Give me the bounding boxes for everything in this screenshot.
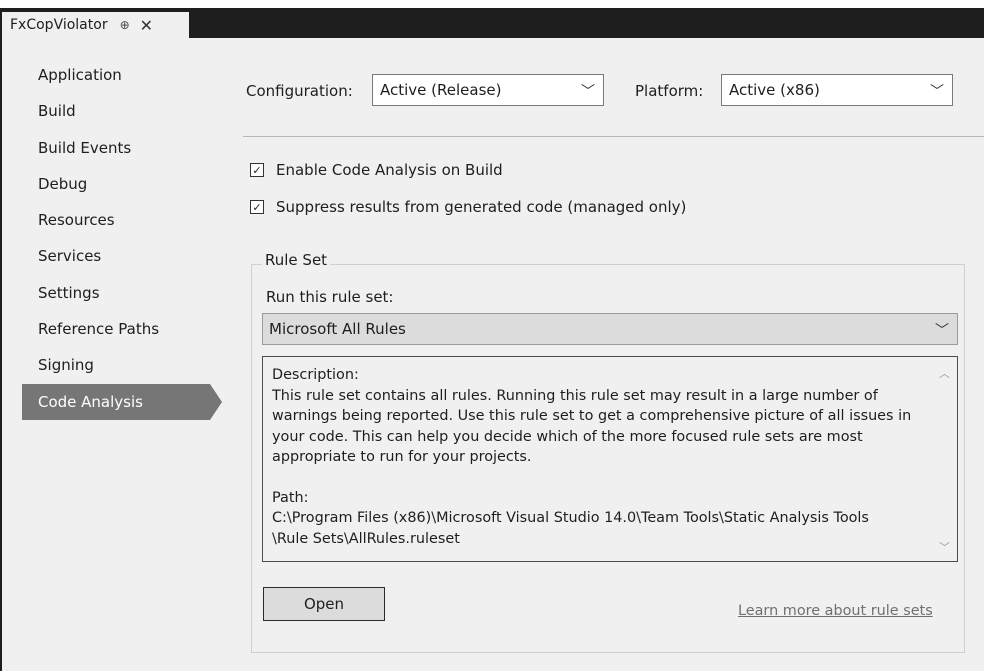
enable-code-analysis-label: Enable Code Analysis on Build <box>276 161 503 179</box>
rule-set-description-box[interactable]: Description: This rule set contains all … <box>262 356 958 562</box>
description-heading: Description: <box>272 367 359 383</box>
path-heading: Path: <box>272 489 309 506</box>
rule-set-dropdown[interactable]: Microsoft All Rules ﹀ <box>262 313 958 345</box>
path-line-2: \Rule Sets\AllRules.ruleset <box>272 530 460 547</box>
suppress-generated-label: Suppress results from generated code (ma… <box>276 198 687 216</box>
rule-set-value: Microsoft All Rules <box>269 320 406 338</box>
sidebar-item-label: Code Analysis <box>38 393 143 411</box>
sidebar-item-code-analysis[interactable]: Code Analysis <box>22 384 210 420</box>
sidebar-item-debug[interactable]: Debug <box>38 175 87 193</box>
description-text: Description: This rule set contains all … <box>272 365 937 549</box>
pin-icon[interactable]: ⊕ <box>120 18 130 32</box>
platform-label: Platform: <box>635 82 704 100</box>
divider <box>243 136 984 137</box>
project-properties-window: FxCopViolator ⊕ ✕ Application Build Buil… <box>0 0 984 671</box>
configuration-label: Configuration: <box>246 82 353 100</box>
suppress-generated-checkbox[interactable]: ✓ <box>250 200 264 214</box>
platform-value: Active (x86) <box>729 81 820 99</box>
chevron-down-icon: ﹀ <box>935 323 949 339</box>
sidebar-item-application[interactable]: Application <box>38 66 122 84</box>
document-tab[interactable]: FxCopViolator ⊕ ✕ <box>2 12 189 38</box>
configuration-value: Active (Release) <box>380 81 502 99</box>
path-line-1: C:\Program Files (x86)\Microsoft Visual … <box>272 510 869 526</box>
enable-code-analysis-option[interactable]: ✓ Enable Code Analysis on Build <box>250 161 503 179</box>
sidebar-item-signing[interactable]: Signing <box>38 356 94 374</box>
run-rule-set-label: Run this rule set: <box>266 288 394 306</box>
close-icon[interactable]: ✕ <box>140 16 153 35</box>
open-button[interactable]: Open <box>263 587 385 621</box>
description-body: This rule set contains all rules. Runnin… <box>272 387 912 466</box>
chevron-down-icon: ﹀ <box>930 84 944 100</box>
enable-code-analysis-checkbox[interactable]: ✓ <box>250 163 264 177</box>
suppress-generated-option[interactable]: ✓ Suppress results from generated code (… <box>250 198 686 216</box>
platform-dropdown[interactable]: Active (x86) ﹀ <box>721 74 953 106</box>
configuration-dropdown[interactable]: Active (Release) ﹀ <box>372 74 604 106</box>
sidebar-item-reference-paths[interactable]: Reference Paths <box>38 320 159 338</box>
scroll-down-icon[interactable]: ﹀ <box>939 539 950 555</box>
selection-pointer-icon <box>210 384 222 420</box>
rule-set-group-title: Rule Set <box>262 251 331 269</box>
sidebar-item-services[interactable]: Services <box>38 247 101 265</box>
chevron-down-icon: ﹀ <box>581 84 595 100</box>
sidebar-item-build-events[interactable]: Build Events <box>38 139 131 157</box>
sidebar-item-settings[interactable]: Settings <box>38 284 100 302</box>
learn-more-link[interactable]: Learn more about rule sets <box>738 603 933 619</box>
scroll-up-icon[interactable]: ︿ <box>939 365 950 381</box>
sidebar-item-resources[interactable]: Resources <box>38 211 115 229</box>
sidebar-item-build[interactable]: Build <box>38 102 76 120</box>
document-tab-title: FxCopViolator <box>10 17 108 33</box>
